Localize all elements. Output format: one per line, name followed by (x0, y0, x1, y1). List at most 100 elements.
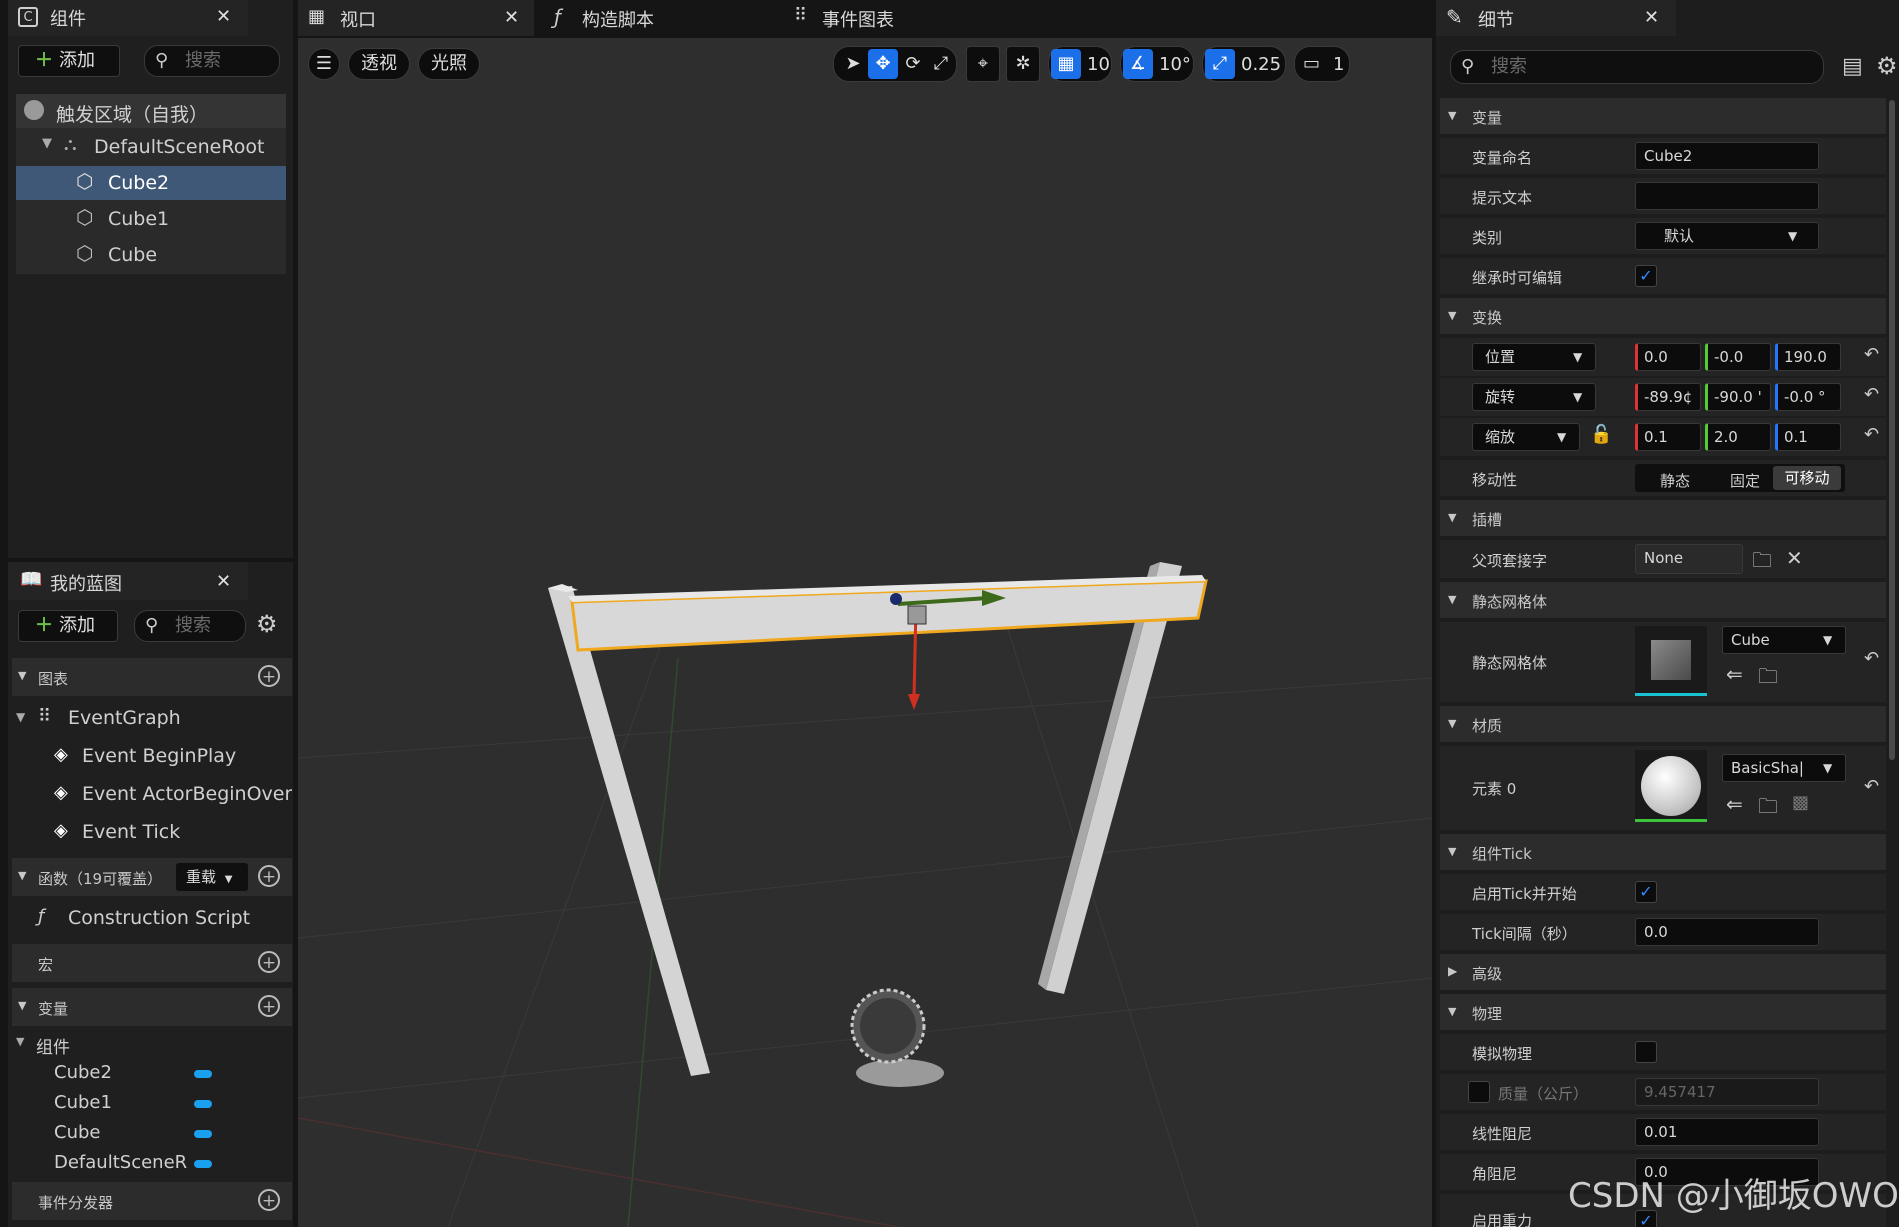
scale-mode-dropdown[interactable]: 缩放 ▼ (1472, 423, 1580, 451)
graphs-section-header[interactable]: ▼ 图表 + (12, 658, 292, 696)
materials-section-header[interactable]: ▼ 材质 (1440, 706, 1886, 742)
table-view-icon[interactable]: ▤ (1842, 54, 1863, 79)
mass-override-checkbox[interactable] (1468, 1081, 1490, 1103)
start-tick-checkbox[interactable]: ✓ (1635, 881, 1657, 903)
my-blueprint-tab[interactable]: 📖 我的蓝图 ✕ (8, 562, 248, 600)
location-z-input[interactable]: 190.0 (1775, 343, 1841, 371)
var-name-input[interactable]: Cube2 (1635, 142, 1819, 170)
lock-icon[interactable]: 🔓 (1590, 424, 1612, 445)
add-function-icon[interactable]: + (258, 865, 280, 887)
reset-icon[interactable]: ↶ (1864, 424, 1879, 445)
tooltip-input[interactable] (1635, 182, 1819, 210)
components-tab[interactable]: C 组件 ✕ (8, 0, 248, 36)
translate-mode-icon[interactable]: ✥ (868, 49, 898, 79)
construction-script-row[interactable]: ƒ Construction Script (12, 902, 292, 936)
location-mode-dropdown[interactable]: 位置 ▼ (1472, 343, 1596, 371)
close-icon[interactable]: ✕ (1644, 7, 1659, 28)
details-search-input[interactable]: ⚲ 搜索 (1450, 50, 1824, 84)
lighting-button[interactable]: 光照 (418, 48, 480, 80)
reset-icon[interactable]: ↶ (1864, 648, 1879, 669)
editable-checkbox[interactable]: ✓ (1635, 265, 1657, 287)
clear-icon[interactable]: ✕ (1786, 546, 1803, 570)
close-icon[interactable]: ✕ (216, 6, 231, 27)
physics-section-header[interactable]: ▼ 物理 (1440, 994, 1886, 1030)
location-x-input[interactable]: 0.0 (1635, 343, 1701, 371)
rotation-x-input[interactable]: -89.9¢ (1635, 383, 1701, 411)
tree-scene-root-row[interactable]: ▼ ⛬ DefaultSceneRoot (16, 130, 286, 164)
mobility-stationary-option[interactable]: 固定 (1730, 470, 1760, 491)
event-graph-row[interactable]: ▼ ⠿ EventGraph (12, 702, 292, 736)
mesh-thumbnail[interactable] (1635, 626, 1707, 696)
camera-speed-button[interactable]: ▭ 1 (1294, 46, 1350, 82)
viewport[interactable]: ☰ 透视 光照 ➤ ✥ ⟳ ⤢ ⌖ ✲ ▦ 10 ∡ 10° ⤢ 0.25 ▭ … (298, 38, 1432, 1227)
linear-damping-input[interactable]: 0.01 (1635, 1118, 1819, 1146)
dispatchers-section-header[interactable]: 事件分发器 + (12, 1182, 292, 1220)
material-thumbnail[interactable] (1635, 750, 1707, 822)
scale-x-input[interactable]: 0.1 (1635, 423, 1701, 451)
tick-section-header[interactable]: ▼ 组件Tick (1440, 834, 1886, 870)
rotation-z-input[interactable]: -0.0 ° (1775, 383, 1841, 411)
simulate-physics-checkbox[interactable] (1635, 1041, 1657, 1063)
mobility-movable-option[interactable]: 可移动 (1773, 466, 1841, 490)
static-mesh-dropdown[interactable]: Cube ▼ (1722, 626, 1846, 654)
event-row[interactable]: ◈ Event BeginPlay (12, 740, 292, 774)
variable-section-header[interactable]: ▼ 变量 (1440, 98, 1886, 134)
components-search-input[interactable]: ⚲ 搜索 (144, 45, 280, 77)
select-mode-icon[interactable]: ➤ (838, 49, 868, 79)
world-local-icon[interactable]: ⌖ (966, 46, 1000, 82)
settings-gear-icon[interactable]: ⚙ (1876, 52, 1898, 80)
transform-section-header[interactable]: ▼ 变换 (1440, 298, 1886, 334)
browse-socket-icon[interactable]: 🗀 (1752, 546, 1772, 580)
add-variable-icon[interactable]: + (258, 995, 280, 1017)
variable-row[interactable]: Cube2 (12, 1058, 292, 1088)
variables-section-header[interactable]: ▼ 变量 + (12, 988, 292, 1026)
reset-icon[interactable]: ↶ (1864, 776, 1879, 797)
variable-row[interactable]: DefaultSceneR (12, 1148, 292, 1178)
use-selected-icon[interactable]: ⇐ (1726, 662, 1743, 686)
location-y-input[interactable]: -0.0 (1705, 343, 1771, 371)
scale-z-input[interactable]: 0.1 (1775, 423, 1841, 451)
tree-item-cube2[interactable]: ⬡ Cube2 (16, 166, 286, 200)
add-graph-icon[interactable]: + (258, 665, 280, 687)
use-selected-icon[interactable]: ⇐ (1726, 792, 1743, 816)
variable-row[interactable]: Cube1 (12, 1088, 292, 1118)
parent-socket-input[interactable]: None (1635, 544, 1743, 574)
rotation-snap-toggle[interactable]: ∡ 10° (1120, 46, 1194, 82)
close-icon[interactable]: ✕ (216, 571, 231, 592)
mobility-static-option[interactable]: 静态 (1660, 470, 1690, 491)
event-row[interactable]: ◈ Event Tick (12, 816, 292, 850)
details-tab[interactable]: ✎ 细节 ✕ (1436, 0, 1676, 36)
category-dropdown[interactable]: 默认 ▼ (1635, 222, 1819, 250)
close-icon[interactable]: ✕ (504, 7, 519, 28)
macros-section-header[interactable]: 宏 + (12, 944, 292, 982)
add-dispatcher-icon[interactable]: + (258, 1189, 280, 1211)
texture-icon[interactable]: ▩ (1792, 792, 1809, 813)
event-row[interactable]: ◈ Event ActorBeginOverla (12, 778, 292, 812)
settings-gear-icon[interactable]: ⚙ (256, 610, 278, 638)
scale-y-input[interactable]: 2.0 (1705, 423, 1771, 451)
scale-snap-toggle[interactable]: ⤢ 0.25 (1202, 46, 1286, 82)
tab-event-graph[interactable]: ⠿ 事件图表 (786, 0, 1016, 36)
tree-item-cube1[interactable]: ⬡ Cube1 (16, 202, 286, 236)
reset-icon[interactable]: ↶ (1864, 384, 1879, 405)
override-dropdown[interactable]: 重载 ▼ (176, 863, 248, 891)
tick-interval-input[interactable]: 0.0 (1635, 918, 1819, 946)
viewport-menu-button[interactable]: ☰ (308, 48, 340, 80)
material-dropdown[interactable]: BasicSha| ▼ (1722, 754, 1846, 782)
surface-snap-icon[interactable]: ✲ (1006, 46, 1040, 82)
variable-row[interactable]: Cube (12, 1118, 292, 1148)
perspective-button[interactable]: 透视 (348, 48, 410, 80)
grid-snap-toggle[interactable]: ▦ 10 (1048, 46, 1112, 82)
socket-section-header[interactable]: ▼ 插槽 (1440, 500, 1886, 536)
functions-section-header[interactable]: ▼ 函数（19可覆盖） 重载 ▼ + (12, 858, 292, 896)
details-scrollbar[interactable] (1889, 100, 1895, 760)
tab-construction-script[interactable]: ƒ 构造脚本 (546, 0, 776, 36)
tab-viewport[interactable]: ▦ 视口 ✕ (298, 0, 534, 36)
rotate-mode-icon[interactable]: ⟳ (898, 49, 928, 79)
components-category-row[interactable]: ▼ 组件 (12, 1030, 292, 1058)
rotation-y-input[interactable]: -90.0 ' (1705, 383, 1771, 411)
add-component-button[interactable]: ＋ 添加 (18, 45, 120, 77)
scale-mode-icon[interactable]: ⤢ (926, 49, 956, 79)
tree-root-row[interactable]: 触发区域（自我） (16, 94, 286, 128)
browse-asset-icon[interactable]: 🗀 (1758, 792, 1778, 826)
